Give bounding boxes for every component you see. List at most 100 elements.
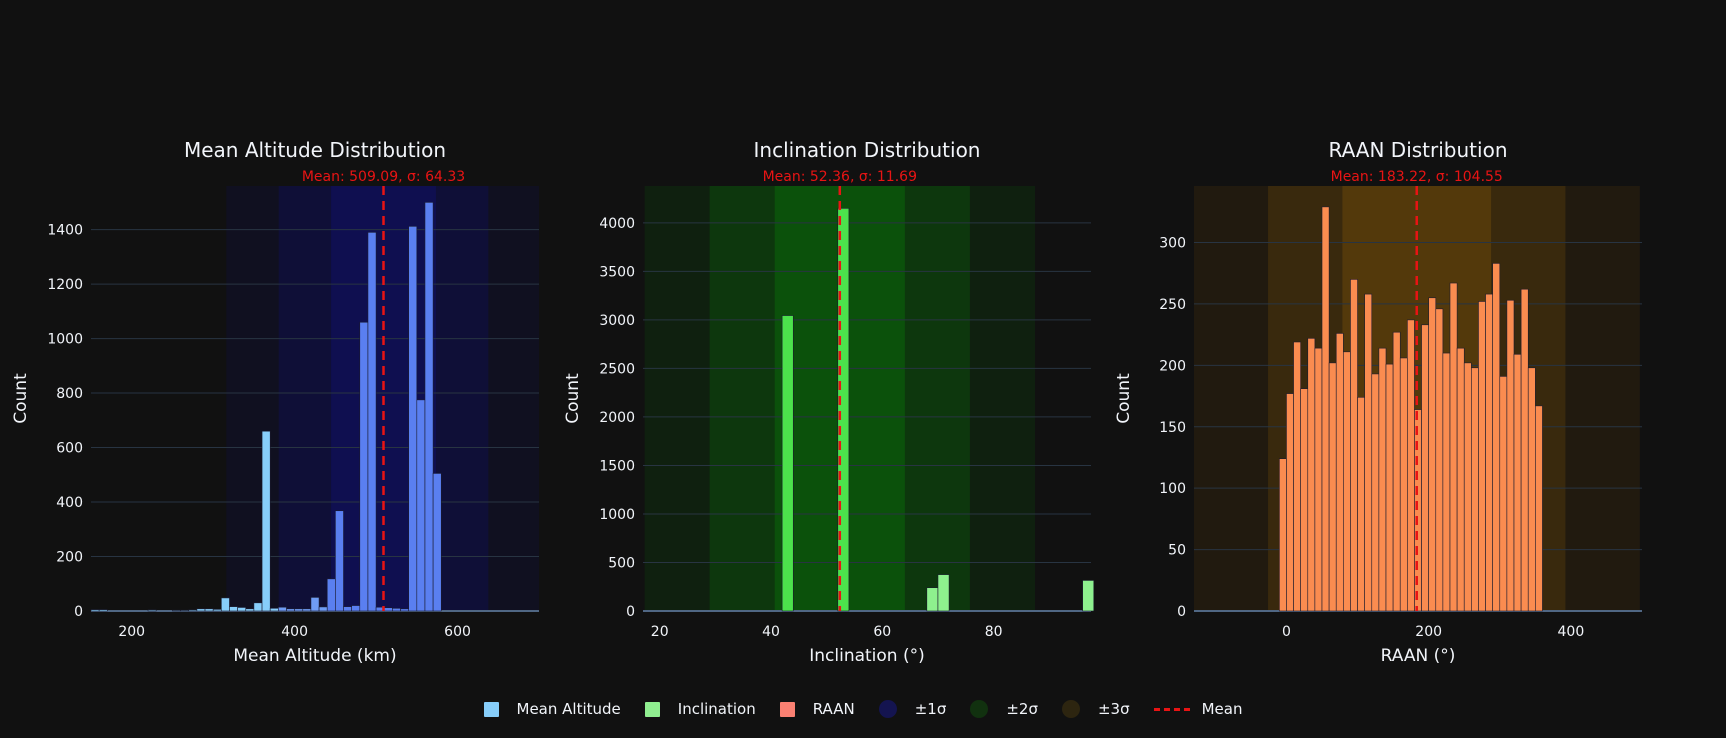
- histogram-bar: [1350, 279, 1358, 612]
- histogram-bar: [1535, 405, 1543, 612]
- histogram-bar: [1335, 333, 1344, 612]
- x-axis-label: Inclination (°): [809, 646, 925, 666]
- y-tick-label: 1400: [47, 223, 83, 239]
- histogram-bar: [926, 587, 939, 612]
- histogram-bar: [326, 578, 336, 612]
- legend-swatch-3sigma: [1061, 700, 1080, 718]
- y-tick-label: 100: [1159, 481, 1186, 497]
- histogram-bar: [318, 606, 328, 612]
- histogram-bar: [221, 597, 230, 612]
- histogram-bar: [286, 608, 295, 612]
- legend-label-3sigma: ±3σ: [1097, 700, 1130, 718]
- histogram-bar: [416, 399, 426, 612]
- y-tick-label: 2500: [599, 361, 635, 377]
- histogram-bar: [188, 609, 198, 612]
- legend-swatch-2sigma: [970, 700, 989, 718]
- y-tick-label: 4000: [599, 216, 635, 232]
- y-tick-label: 300: [1159, 236, 1186, 252]
- legend-item-1sigma[interactable]: ±1σ: [878, 700, 947, 718]
- histogram-bar: [1385, 363, 1394, 612]
- legend-item-mean-altitude[interactable]: Mean Altitude: [483, 700, 621, 718]
- mean-annotation: Mean: 52.36, σ: 11.69: [763, 169, 917, 185]
- x-tick-label: 0: [1282, 624, 1291, 640]
- histogram-bar: [351, 605, 361, 612]
- y-tick-label: 400: [56, 495, 83, 511]
- y-tick-label: 50: [1168, 543, 1186, 559]
- histogram-bar: [302, 608, 312, 612]
- x-axis-label: RAAN (°): [1381, 646, 1456, 666]
- histogram-bar: [1300, 388, 1309, 612]
- legend-label-inclination: Inclination: [677, 700, 756, 718]
- y-tick-label: 500: [608, 555, 635, 571]
- histogram-bar: [1421, 324, 1429, 612]
- subplot-1: 0 200 400 600 800 1000 1200 1400 200 400 600 Mean: …: [11, 138, 539, 666]
- histogram-bar: [1478, 301, 1486, 612]
- histogram-figure: 0200400600800100012001400200 400 600Mean: …: [11, 138, 1642, 666]
- x-tick-label: 400: [1558, 624, 1585, 640]
- legend-label-mean: Mean: [1201, 700, 1243, 718]
- histogram-bar: [278, 606, 287, 612]
- legend-item-2sigma[interactable]: ±2σ: [970, 700, 1038, 718]
- mean-annotation: Mean: 509.09, σ: 64.33: [302, 169, 465, 185]
- y-tick-label: 800: [56, 386, 83, 402]
- histogram-bar: [172, 609, 181, 612]
- histogram-bar: [1449, 282, 1458, 612]
- histogram-bar: [1527, 367, 1536, 612]
- histogram-bar: [400, 608, 409, 612]
- legend-label-mean-altitude: Mean Altitude: [516, 700, 621, 718]
- histogram-bar: [408, 226, 418, 612]
- histogram-bar: [1513, 353, 1522, 612]
- histogram-bar: [147, 609, 157, 612]
- legend-swatch-inclination: [644, 701, 660, 717]
- y-tick-label: 600: [56, 441, 83, 457]
- histogram-bar: [1407, 319, 1415, 612]
- histogram-bar: [343, 606, 352, 612]
- histogram-bar: [98, 609, 108, 612]
- histogram-bar: [359, 321, 369, 612]
- legend-swatch-raan: [779, 701, 795, 717]
- histogram-bar: [1485, 293, 1493, 612]
- legend-item-mean[interactable]: Mean: [1153, 700, 1243, 718]
- y-tick-label: 0: [1177, 604, 1186, 620]
- histogram-bar: [1520, 288, 1529, 612]
- histogram-bar: [1293, 341, 1301, 612]
- subplot-title: RAAN Distribution: [1328, 138, 1507, 162]
- y-tick-label: 1500: [599, 458, 635, 474]
- x-tick-label: 60: [873, 624, 891, 640]
- histogram-bar: [1392, 331, 1401, 612]
- histogram-bar: [937, 574, 950, 612]
- histogram-bar: [261, 430, 271, 612]
- y-axis-label: Count: [563, 373, 583, 424]
- y-tick-label: 200: [1159, 358, 1186, 374]
- histogram-bar: [1286, 393, 1294, 612]
- legend-item-3sigma[interactable]: ±3σ: [1061, 700, 1130, 718]
- histogram-bar: [1471, 367, 1479, 612]
- y-tick-label: 1200: [47, 277, 83, 293]
- subplot-title: Mean Altitude Distribution: [184, 138, 446, 162]
- legend-item-inclination[interactable]: Inclination: [644, 700, 756, 718]
- y-axis-label: Count: [1114, 373, 1134, 424]
- y-tick-label: 1000: [47, 332, 83, 348]
- histogram-bar: [383, 607, 393, 612]
- histogram-bar: [204, 608, 214, 612]
- legend-label-1sigma: ±1σ: [914, 700, 947, 718]
- histogram-bar: [424, 202, 434, 612]
- histogram-bar: [310, 597, 320, 612]
- histogram-bar: [269, 607, 279, 612]
- histogram-bar: [237, 607, 247, 612]
- subplot-title: Inclination Distribution: [754, 138, 981, 162]
- histogram-bar: [1082, 580, 1095, 612]
- histogram-bar: [1314, 347, 1323, 612]
- y-tick-label: 3000: [599, 313, 635, 329]
- histogram-bar: [1357, 396, 1365, 612]
- histogram-bar: [294, 608, 304, 612]
- y-tick-label: 200: [56, 550, 83, 566]
- mean-annotation: Mean: 183.22, σ: 104.55: [1331, 169, 1503, 185]
- legend-item-raan[interactable]: RAAN: [779, 700, 855, 718]
- x-tick-label: 400: [281, 624, 308, 640]
- x-axis-label: Mean Altitude (km): [233, 646, 396, 666]
- histogram-bar: [1428, 297, 1437, 612]
- histogram-bar: [212, 609, 222, 612]
- histogram-bar: [392, 607, 401, 612]
- legend[interactable]: Mean Altitude Inclination RAAN ±1σ ±2σ ±…: [0, 700, 1726, 718]
